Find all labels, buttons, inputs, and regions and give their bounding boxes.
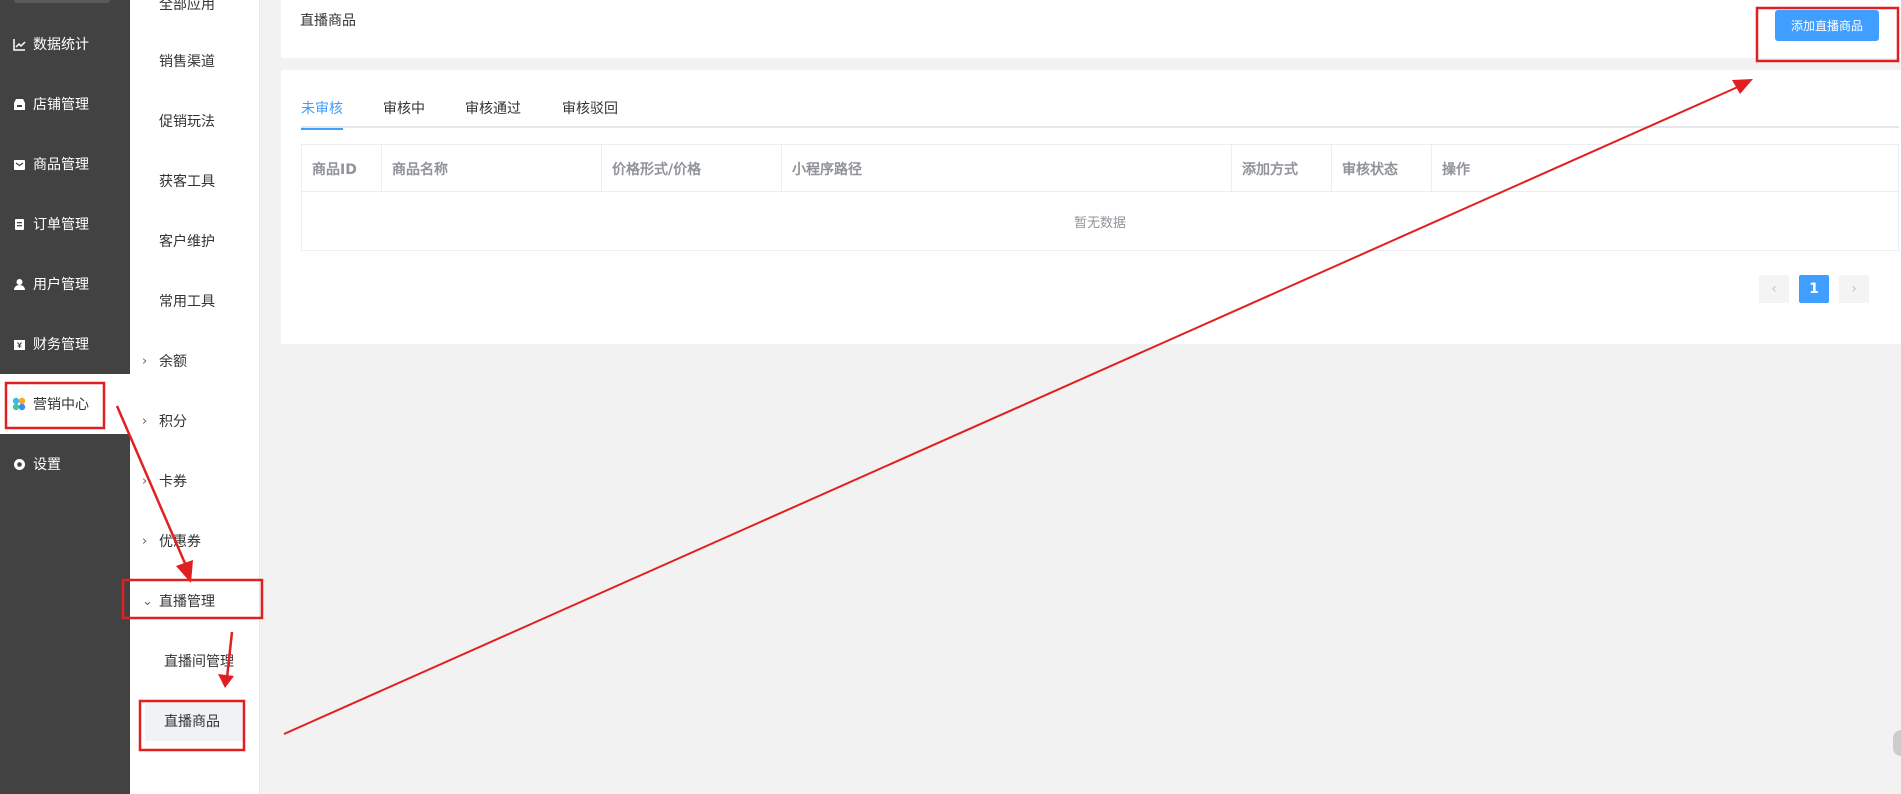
status-tabs: 未审核 审核中 审核通过 审核驳回 (301, 98, 1899, 130)
column-header-product-name: 商品名称 (382, 145, 602, 192)
submenu-item-label: 直播商品 (164, 714, 220, 730)
sidebar-item-label: 设置 (33, 457, 61, 473)
next-page-button[interactable]: › (1839, 275, 1869, 303)
submenu-item-promotion[interactable]: 促销玩法 (130, 101, 259, 141)
sidebar-item-label: 财务管理 (33, 337, 89, 353)
gear-icon (12, 457, 26, 471)
submenu-group-label: 直播管理 (159, 594, 215, 610)
chevron-right-icon: › (142, 413, 148, 429)
column-header-add-method: 添加方式 (1232, 145, 1332, 192)
submenu-item-live-room-management[interactable]: 直播间管理 (130, 641, 259, 681)
submenu-item-label: 直播间管理 (164, 654, 234, 670)
add-live-product-button[interactable]: 添加直播商品 (1775, 10, 1879, 41)
table-empty-state: 暂无数据 (1073, 215, 1126, 231)
page-title: 直播商品 (300, 13, 356, 29)
sidebar-item-finance[interactable]: 财务管理 (0, 314, 130, 374)
user-icon (12, 277, 26, 291)
chevron-down-icon: ⌄ (142, 593, 153, 609)
tab-approved[interactable]: 审核通过 (465, 98, 521, 128)
submenu-group-live-management[interactable]: ⌄ 直播管理 (130, 581, 259, 621)
floating-edge-handle[interactable] (1893, 730, 1901, 756)
submenu-group-label: 优惠券 (159, 534, 201, 550)
main-sidebar: 数据统计 店铺管理 商品管理 订单管理 用户管理 财务管理 营销中心 设置 (0, 0, 130, 794)
submenu-item-label: 销售渠道 (159, 54, 215, 70)
column-header-actions: 操作 (1442, 161, 1470, 178)
submenu-item-label: 客户维护 (159, 234, 215, 250)
chevron-right-icon: › (142, 533, 148, 549)
chart-line-icon (12, 37, 26, 51)
submenu-group-cards[interactable]: › 卡券 (130, 461, 259, 501)
submenu-item-label: 常用工具 (159, 294, 215, 310)
prev-page-button[interactable]: ‹ (1759, 275, 1789, 303)
chevron-right-icon: › (142, 473, 148, 489)
sidebar-item-product[interactable]: 商品管理 (0, 134, 130, 194)
submenu-group-label: 积分 (159, 414, 187, 430)
submenu-item-label: 获客工具 (159, 174, 215, 190)
submenu-item-customer-care[interactable]: 客户维护 (130, 221, 259, 261)
sidebar-item-marketing[interactable]: 营销中心 (0, 374, 130, 434)
column-header-miniprogram-path: 小程序路径 (782, 145, 1232, 192)
marketing-submenu: 全部应用 销售渠道 促销玩法 获客工具 客户维护 常用工具 › 余额 › 积分 … (130, 0, 260, 794)
sidebar-item-order[interactable]: 订单管理 (0, 194, 130, 254)
column-header-review-status: 审核状态 (1332, 145, 1432, 192)
marketing-icon (12, 397, 26, 411)
product-icon (12, 157, 26, 171)
submenu-item-label: 全部应用 (159, 0, 215, 13)
tab-reviewing[interactable]: 审核中 (383, 98, 425, 128)
submenu-group-points[interactable]: › 积分 (130, 401, 259, 441)
sidebar-item-label: 数据统计 (33, 37, 89, 53)
submenu-item-label: 促销玩法 (159, 114, 215, 130)
finance-icon (12, 337, 26, 351)
sidebar-item-label: 店铺管理 (33, 97, 89, 113)
tab-rejected[interactable]: 审核驳回 (562, 98, 618, 128)
sidebar-item-label: 商品管理 (33, 157, 89, 173)
store-icon (12, 97, 26, 111)
sidebar-item-label: 用户管理 (33, 277, 89, 293)
sidebar-item-label: 订单管理 (33, 217, 89, 233)
sidebar-item-settings[interactable]: 设置 (0, 434, 130, 494)
sidebar-item-statistics[interactable]: 数据统计 (0, 14, 130, 74)
order-icon (12, 217, 26, 231)
chevron-right-icon: › (142, 353, 148, 369)
sidebar-item-store[interactable]: 店铺管理 (0, 74, 130, 134)
page-header: 直播商品 添加直播商品 (281, 0, 1901, 58)
app-window: 数据统计 店铺管理 商品管理 订单管理 用户管理 财务管理 营销中心 设置 全部… (0, 0, 1901, 794)
table-header-row: 商品ID 商品名称 价格形式/价格 小程序路径 添加方式 审核状态 操作 (302, 145, 1898, 192)
pagination: ‹ 1 › (1759, 275, 1879, 303)
submenu-group-label: 卡券 (159, 474, 187, 490)
submenu-item-sales-channel[interactable]: 销售渠道 (130, 41, 259, 81)
column-header-product-id: 商品ID (302, 145, 382, 192)
submenu-group-balance[interactable]: › 余额 (130, 341, 259, 381)
submenu-item-all-apps[interactable]: 全部应用 (130, 0, 259, 24)
column-header-price: 价格形式/价格 (602, 145, 782, 192)
main-content-card: 未审核 审核中 审核通过 审核驳回 商品ID 商品名称 价格形式/价格 小程序路… (281, 70, 1901, 344)
submenu-group-coupons[interactable]: › 优惠券 (130, 521, 259, 561)
tab-unreviewed[interactable]: 未审核 (301, 98, 343, 130)
sidebar-item-user[interactable]: 用户管理 (0, 254, 130, 314)
submenu-item-live-products[interactable]: 直播商品 (145, 701, 245, 741)
submenu-group-label: 余额 (159, 354, 187, 370)
submenu-item-acquisition-tools[interactable]: 获客工具 (130, 161, 259, 201)
sidebar-item-label: 营销中心 (33, 397, 89, 413)
sidebar-top-item-edge[interactable] (14, 0, 110, 3)
page-number-button[interactable]: 1 (1799, 275, 1829, 303)
live-products-table: 商品ID 商品名称 价格形式/价格 小程序路径 添加方式 审核状态 操作 暂无数… (301, 144, 1899, 251)
submenu-item-common-tools[interactable]: 常用工具 (130, 281, 259, 321)
